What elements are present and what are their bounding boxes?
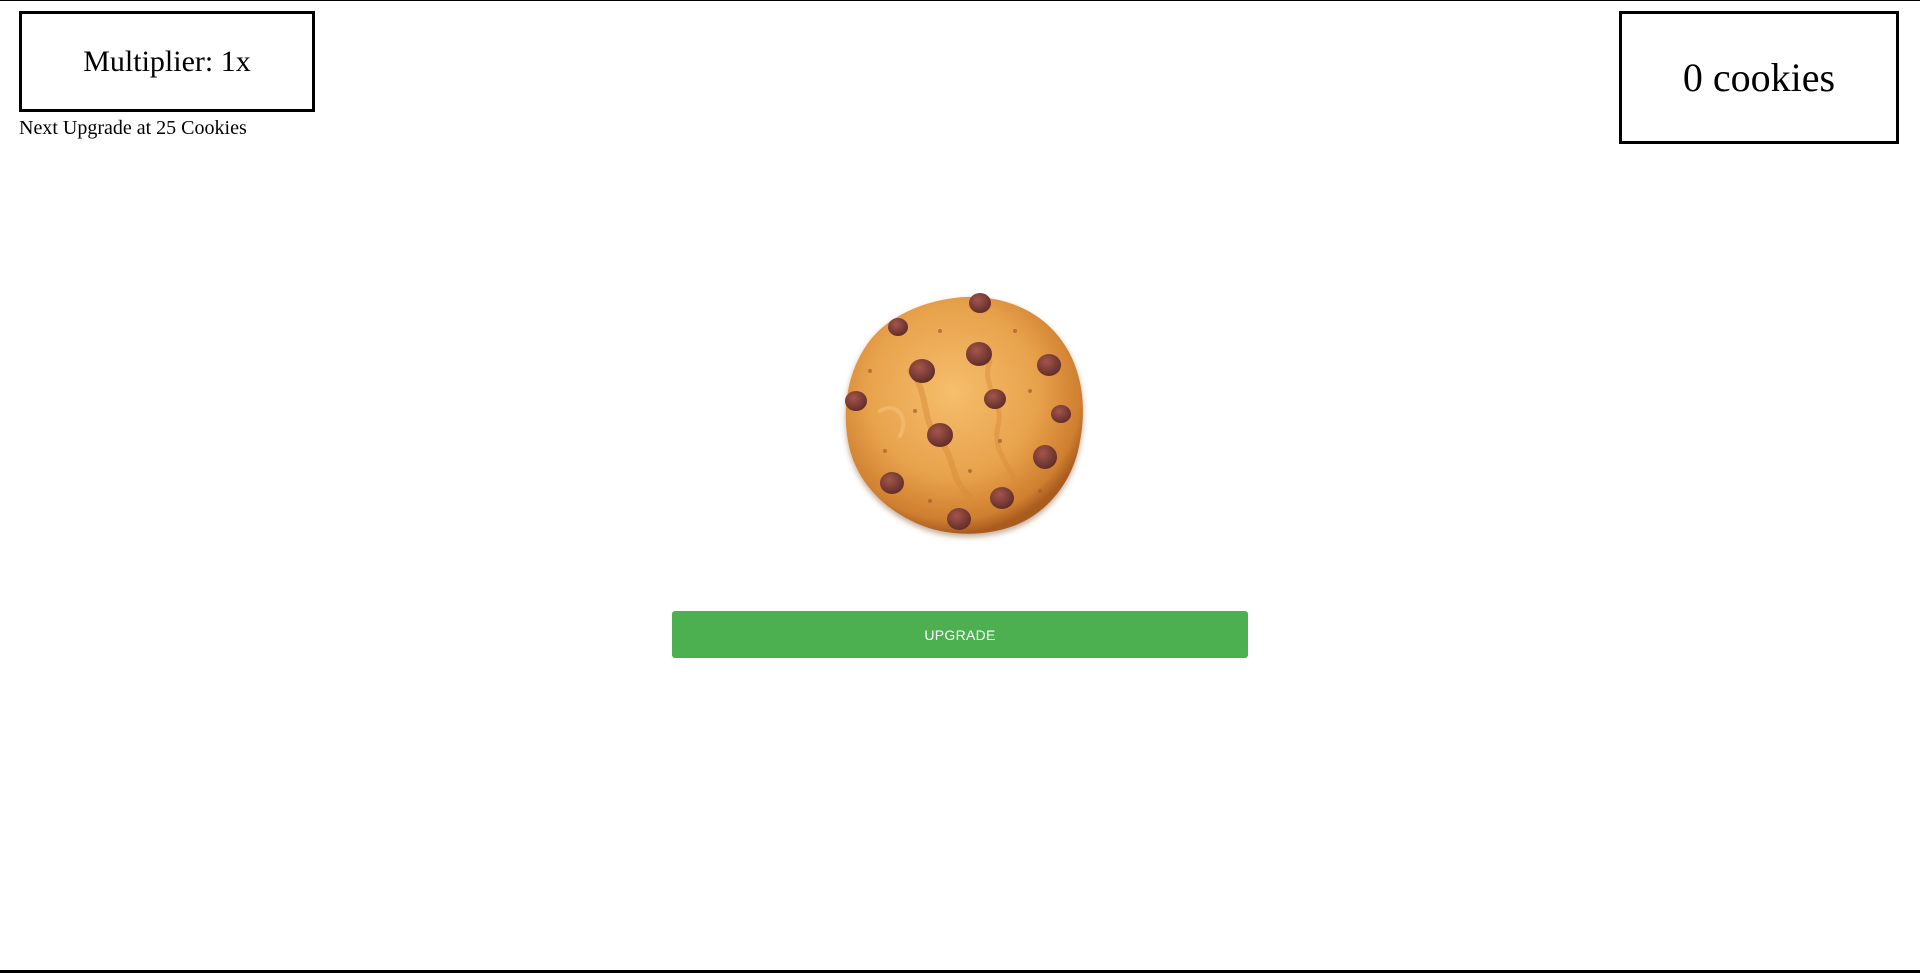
multiplier-display: Multiplier: 1x [19, 11, 315, 112]
cookie-counter: 0 cookies [1619, 11, 1899, 144]
cookie-icon[interactable] [840, 291, 1090, 541]
cookie-clicker[interactable] [840, 291, 1090, 541]
upgrade-button[interactable]: UPGRADE [672, 611, 1248, 658]
multiplier-text: Multiplier: 1x [83, 44, 251, 78]
next-upgrade-text: Next Upgrade at 25 Cookies [19, 117, 247, 139]
cookie-count-text: 0 cookies [1682, 55, 1836, 100]
